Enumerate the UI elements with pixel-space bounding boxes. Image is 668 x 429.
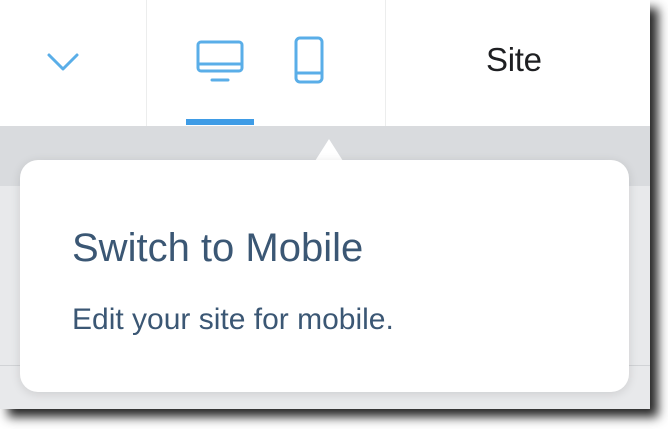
site-menu[interactable]: Site xyxy=(486,41,542,79)
editor-frame: Site Switch to Mobile Edit your site for… xyxy=(0,0,650,409)
desktop-icon[interactable] xyxy=(196,40,244,89)
tooltip-arrow xyxy=(315,139,343,161)
active-view-indicator xyxy=(186,119,254,125)
toolbar-divider xyxy=(385,0,386,126)
chevron-down-icon[interactable] xyxy=(46,52,80,77)
top-bar: Site xyxy=(0,0,650,127)
mobile-icon[interactable] xyxy=(294,36,324,89)
toolbar-divider xyxy=(146,0,147,126)
tooltip-description: Edit your site for mobile. xyxy=(72,303,394,336)
switch-to-mobile-tooltip: Switch to Mobile Edit your site for mobi… xyxy=(20,160,629,392)
tooltip-title: Switch to Mobile xyxy=(72,226,364,270)
